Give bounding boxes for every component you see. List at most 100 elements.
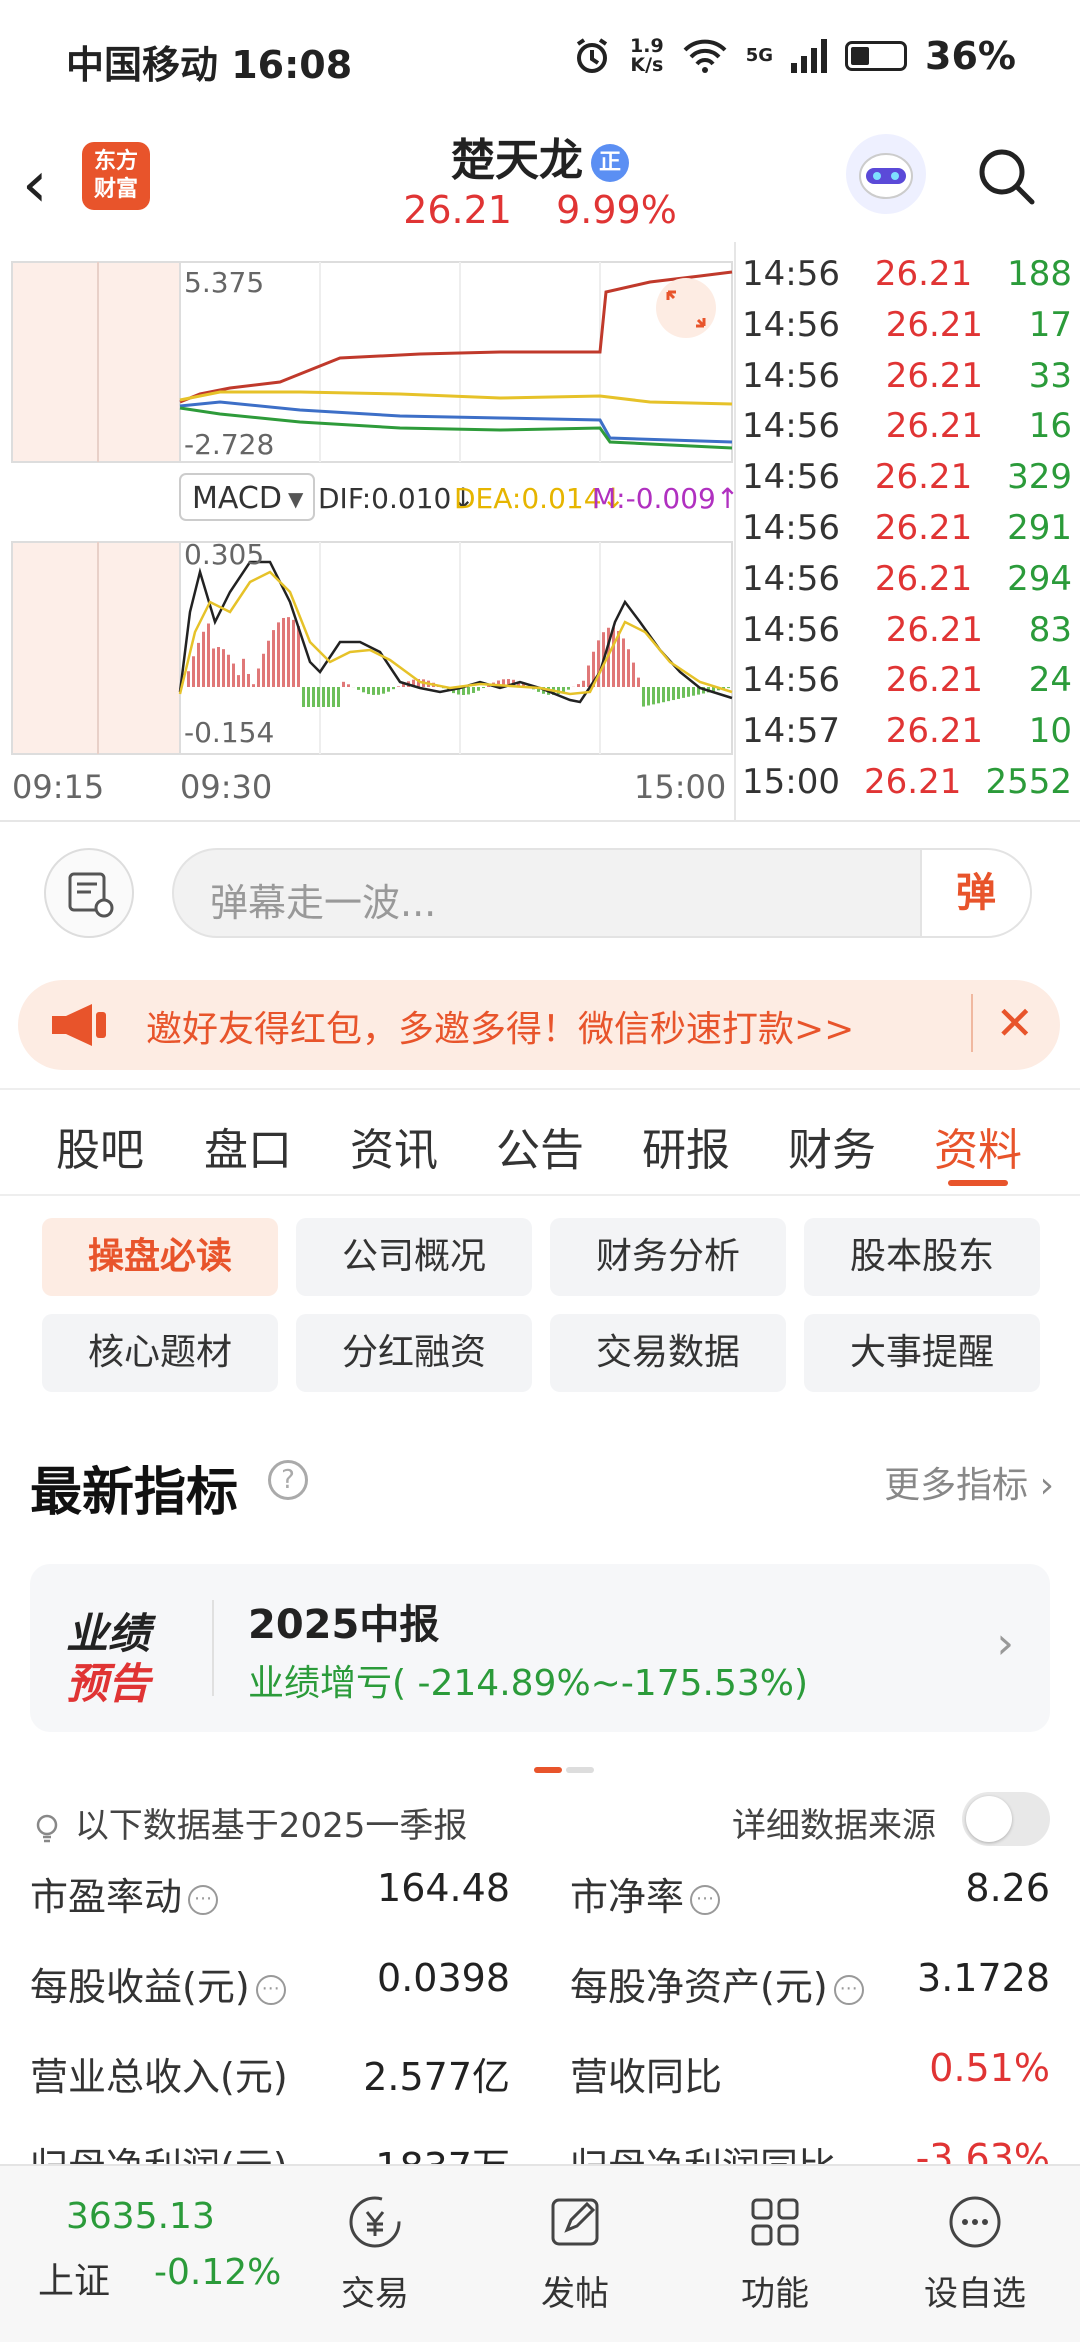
intraday-chart[interactable]: 5.375 -2.728 MACD ▼ DIF:0.010↓ DEA:0.014…	[0, 242, 740, 820]
macd-bar	[347, 684, 350, 687]
macd-bar	[292, 620, 295, 687]
macd-bar	[337, 687, 340, 707]
data-basis-note: 以下数据基于2025一季报	[30, 1798, 467, 1847]
macd-bar	[642, 687, 645, 707]
tick-price: 26.21	[864, 762, 961, 812]
time-label-start: 09:15	[12, 768, 104, 806]
subtab-events[interactable]: 大事提醒	[804, 1314, 1040, 1392]
tab-guba[interactable]: 股吧	[56, 1114, 144, 1178]
indicator-label: 营业总收入(元)	[30, 2046, 288, 2101]
index-change: -0.12%	[154, 2252, 281, 2293]
cell-signal-icon	[791, 39, 827, 73]
subtab-dividends[interactable]: 分红融资	[296, 1314, 532, 1392]
tick-vol: 33	[1029, 356, 1072, 406]
tick-price: 26.21	[875, 559, 972, 609]
macd-bar	[197, 643, 200, 687]
macd-bar	[632, 663, 635, 687]
status-bar: 中国移动 16:08 1.9K/s 5G 36%	[0, 0, 1080, 116]
tick-price: 26.21	[886, 610, 983, 660]
invite-banner[interactable]: 邀好友得红包，多邀多得！微信秒速打款>> ✕	[18, 980, 1060, 1070]
tick-time: 14:56	[742, 610, 840, 660]
danmu-bar: 弹幕走一波... 弹	[0, 830, 1080, 950]
tick-price: 26.21	[875, 508, 972, 558]
macd-bar	[322, 687, 325, 707]
indicator-label: 每股收益(元)⋯	[30, 1956, 286, 2011]
tab-news[interactable]: 资讯	[350, 1114, 438, 1178]
macd-bar	[622, 638, 625, 687]
indicator-label: 营收同比	[570, 2046, 722, 2101]
macd-bar	[332, 687, 335, 707]
svg-text:MACD: MACD	[192, 481, 282, 516]
info-icon[interactable]: ⋯	[188, 1885, 218, 1915]
lightbulb-icon	[30, 1811, 64, 1845]
status-icons: 1.9K/s 5G 36%	[572, 34, 1016, 78]
net-speed: 1.9K/s	[630, 37, 664, 75]
tab-research[interactable]: 研报	[642, 1114, 730, 1178]
tick-vol: 24	[1029, 660, 1072, 710]
danmu-settings-button[interactable]	[44, 848, 134, 938]
macd-bar	[387, 687, 390, 692]
macd-bar	[682, 687, 685, 698]
macd-bar	[207, 624, 210, 687]
macd-bar	[317, 687, 320, 707]
data-source-toggle[interactable]	[962, 1792, 1050, 1846]
tick-row: 14:5626.2116	[742, 406, 1072, 456]
macd-bar	[567, 687, 570, 690]
index-ticker[interactable]: 3635.13 上证 -0.12%	[0, 2166, 300, 2342]
more-indicators-link[interactable]: 更多指标 ›	[884, 1456, 1054, 1508]
nav-post[interactable]: 发帖	[500, 2166, 650, 2342]
nav-trade[interactable]: 交易	[300, 2166, 450, 2342]
time-label-open: 09:30	[180, 768, 272, 806]
tab-announcements[interactable]: 公告	[496, 1114, 584, 1178]
index-name: 上证	[38, 2252, 110, 2304]
tick-time: 14:56	[742, 406, 840, 456]
tick-row: 14:5726.2110	[742, 711, 1072, 761]
macd-max-label: 0.305	[184, 538, 264, 571]
tick-row: 14:5626.2183	[742, 610, 1072, 660]
robot-assistant-avatar[interactable]	[846, 134, 926, 214]
help-icon[interactable]: ?	[268, 1460, 308, 1500]
tab-profile[interactable]: 资料	[934, 1114, 1022, 1178]
tick-row: 14:5626.2133	[742, 356, 1072, 406]
subtab-company-overview[interactable]: 公司概况	[296, 1218, 532, 1296]
section-title: 最新指标	[30, 1450, 238, 1525]
macd-bar	[192, 656, 195, 687]
info-icon[interactable]: ⋯	[256, 1975, 286, 2005]
macd-bar	[657, 687, 660, 703]
subtab-financial-analysis[interactable]: 财务分析	[550, 1218, 786, 1296]
tab-finance[interactable]: 财务	[788, 1114, 876, 1178]
earnings-forecast-card[interactable]: 业绩 预告 2025中报 业绩增亏( -214.89%~-175.53%) ›	[30, 1564, 1050, 1732]
tick-time: 14:56	[742, 356, 840, 406]
tick-vol: 17	[1029, 305, 1072, 355]
tick-time: 14:56	[742, 660, 840, 710]
indicator-value: 2.577亿	[320, 2046, 510, 2101]
change-percent: 9.99%	[556, 188, 677, 232]
subtab-core-themes[interactable]: 核心题材	[42, 1314, 278, 1392]
tick-vol: 188	[1007, 254, 1072, 304]
danmu-toggle-button[interactable]: 弹	[920, 850, 1030, 936]
indicator-value: 0.51%	[860, 2046, 1050, 2090]
macd-bar	[397, 686, 400, 687]
tick-time: 14:56	[742, 508, 840, 558]
info-icon[interactable]: ⋯	[690, 1885, 720, 1915]
tick-vol: 294	[1007, 559, 1072, 609]
intraday-chart-area: 5.375 -2.728 MACD ▼ DIF:0.010↓ DEA:0.014…	[0, 242, 1080, 822]
expand-chart-button[interactable]	[656, 278, 716, 338]
macd-bar	[667, 687, 670, 701]
stock-header: ‹ 东方财富 楚天龙正 26.21 9.99%	[0, 116, 1080, 242]
tab-pankou[interactable]: 盘口	[204, 1114, 292, 1178]
macd-bar	[612, 627, 615, 687]
macd-bar	[577, 684, 580, 687]
danmu-settings-icon	[46, 850, 132, 936]
nav-functions[interactable]: 功能	[700, 2166, 850, 2342]
subtab-shareholders[interactable]: 股本股东	[804, 1218, 1040, 1296]
subtab-must-read[interactable]: 操盘必读	[42, 1218, 278, 1296]
search-icon[interactable]	[976, 146, 1036, 206]
nav-watchlist[interactable]: 设自选	[900, 2166, 1050, 2342]
danmu-input[interactable]: 弹幕走一波... 弹	[172, 848, 1032, 938]
macd-bar	[242, 659, 245, 687]
macd-bar	[262, 654, 265, 687]
macd-bar	[342, 682, 345, 687]
subtab-trading-data[interactable]: 交易数据	[550, 1314, 786, 1392]
banner-close-button[interactable]: ✕	[971, 994, 1034, 1052]
